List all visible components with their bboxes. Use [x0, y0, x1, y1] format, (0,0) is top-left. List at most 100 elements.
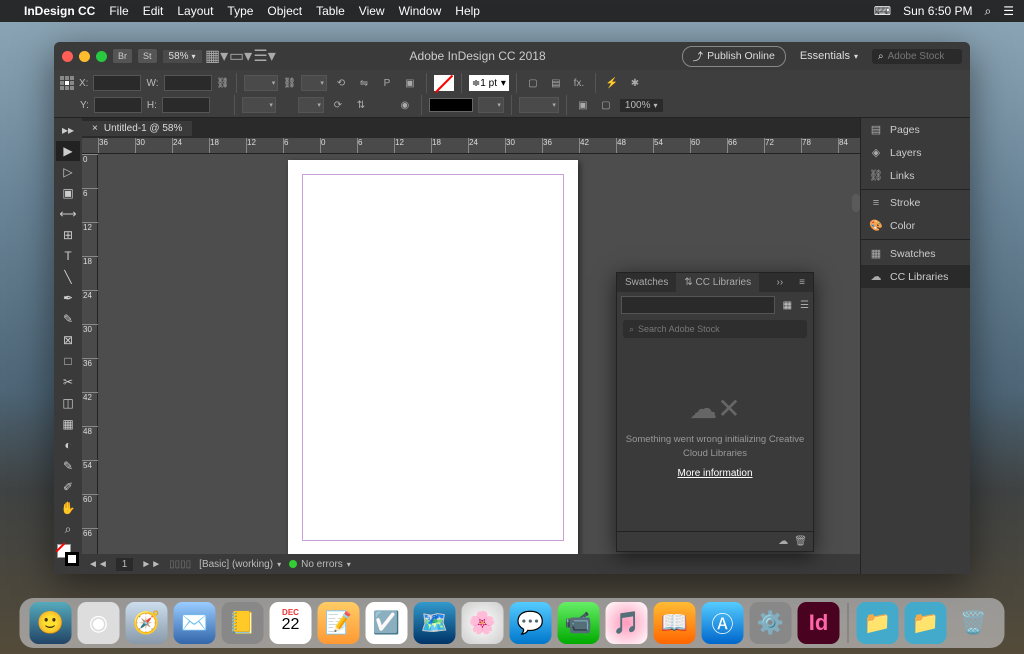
publish-online-button[interactable]: ⤴Publish Online: [682, 46, 786, 67]
bridge-button[interactable]: Br: [113, 49, 132, 63]
p-icon[interactable]: P: [378, 74, 396, 92]
gear-icon[interactable]: ✱: [626, 74, 644, 92]
zoom-tool[interactable]: ⌕: [56, 519, 80, 539]
page-nav-next[interactable]: ►►: [141, 559, 161, 570]
text-wrap-icon[interactable]: ▤: [547, 74, 565, 92]
rectangle-frame-tool[interactable]: ⊠: [56, 330, 80, 350]
fit-content-icon[interactable]: ▢: [597, 96, 615, 114]
page-thumbs[interactable]: ▯▯▯▯: [169, 559, 191, 570]
fill-stroke-proxy[interactable]: [57, 544, 79, 566]
messages-icon[interactable]: 💬: [510, 602, 552, 644]
panel-cc-libraries[interactable]: ☁CC Libraries: [861, 265, 970, 288]
preflight-status[interactable]: No errors: [289, 559, 351, 570]
w-input[interactable]: [164, 75, 212, 91]
scale-x-dropdown[interactable]: [244, 75, 278, 91]
fill-swatch[interactable]: [434, 75, 454, 91]
finder-icon[interactable]: 🙂: [30, 602, 72, 644]
document-page[interactable]: [288, 160, 578, 554]
page-nav-prev[interactable]: ◄◄: [88, 559, 108, 570]
h-input[interactable]: [162, 97, 210, 113]
panel-layers[interactable]: ◈Layers: [861, 141, 970, 164]
bolt-icon[interactable]: ⚡: [603, 74, 621, 92]
panel-links[interactable]: ⛓Links: [861, 164, 970, 187]
stock-button[interactable]: St: [138, 49, 157, 63]
free-transform-tool[interactable]: ◫: [56, 393, 80, 413]
facetime-icon[interactable]: 📹: [558, 602, 600, 644]
view-options-icon[interactable]: ☰▾: [256, 47, 274, 65]
panel-swatches[interactable]: ▦Swatches: [861, 242, 970, 265]
eyedropper-tool[interactable]: ✐: [56, 477, 80, 497]
direct-selection-tool[interactable]: ▷: [56, 162, 80, 182]
type-tool[interactable]: T: [56, 246, 80, 266]
constrain-icon[interactable]: ⛓: [217, 78, 230, 89]
stroke-style-dropdown[interactable]: [519, 97, 559, 113]
collapse-icon[interactable]: ››: [768, 273, 791, 292]
rotate-dropdown[interactable]: [301, 75, 327, 91]
stroke-swatch[interactable]: [429, 98, 473, 112]
page-number-field[interactable]: 1: [116, 558, 134, 571]
rotate-cw-icon[interactable]: ⟳: [329, 96, 347, 114]
contacts-icon[interactable]: 📒: [222, 602, 264, 644]
menu-file[interactable]: File: [109, 4, 128, 18]
list-view-icon[interactable]: ☰: [796, 298, 813, 313]
pen-tool[interactable]: ✒: [56, 288, 80, 308]
calendar-icon[interactable]: DEC22: [270, 602, 312, 644]
panel-stroke[interactable]: ≡Stroke: [861, 192, 970, 214]
content-collector-tool[interactable]: ⊞: [56, 225, 80, 245]
flip-h-icon[interactable]: ⇋: [355, 74, 373, 92]
menu-edit[interactable]: Edit: [143, 4, 164, 18]
menu-object[interactable]: Object: [267, 4, 302, 18]
scissors-tool[interactable]: ✂: [56, 372, 80, 392]
spotlight-icon[interactable]: ⌕: [985, 4, 992, 19]
clock[interactable]: Sun 6:50 PM: [903, 4, 972, 18]
notes-icon[interactable]: 📝: [318, 602, 360, 644]
document-tab[interactable]: ×Untitled-1 @ 58%: [82, 121, 192, 136]
close-button[interactable]: [62, 51, 73, 62]
ibooks-icon[interactable]: 📖: [654, 602, 696, 644]
fit-frame-icon[interactable]: ▣: [574, 96, 592, 114]
stock-search[interactable]: ⌕Adobe Stock: [872, 49, 962, 64]
reference-point-icon[interactable]: [60, 76, 74, 90]
swatches-tab[interactable]: Swatches: [617, 273, 676, 292]
style-indicator[interactable]: [Basic] (working): [199, 559, 281, 570]
trash-icon[interactable]: 🗑️: [953, 602, 995, 644]
cloud-sync-icon[interactable]: ☁: [778, 536, 788, 547]
more-info-link[interactable]: More information: [677, 468, 752, 479]
gap-tool[interactable]: ⟷: [56, 204, 80, 224]
vertical-ruler[interactable]: 0612182430364248546066: [82, 154, 98, 554]
fullscreen-button[interactable]: [96, 51, 107, 62]
cc-libraries-tab[interactable]: ⇅ CC Libraries: [676, 273, 759, 292]
arrange-icon[interactable]: ▦▾: [208, 47, 226, 65]
library-dropdown[interactable]: [621, 296, 775, 314]
x-input[interactable]: [93, 75, 141, 91]
workspace-switcher[interactable]: Essentials: [792, 48, 866, 64]
line-tool[interactable]: ╲: [56, 267, 80, 287]
fx-icon[interactable]: fx.: [570, 74, 588, 92]
grid-view-icon[interactable]: ▦: [779, 298, 796, 313]
menu-layout[interactable]: Layout: [177, 4, 213, 18]
gradient-feather-tool[interactable]: ◐: [56, 435, 80, 455]
appstore-icon[interactable]: Ⓐ: [702, 602, 744, 644]
expand-toolbox-icon[interactable]: ▸▸: [56, 120, 80, 140]
horizontal-ruler[interactable]: 363024181260612182430364248546066727884: [82, 138, 860, 154]
scrollbar-thumb[interactable]: [852, 194, 860, 212]
scale-y-dropdown[interactable]: [242, 97, 276, 113]
safari-icon[interactable]: 🧭: [126, 602, 168, 644]
maps-icon[interactable]: 🗺️: [414, 602, 456, 644]
minimize-button[interactable]: [79, 51, 90, 62]
stroke-weight-input[interactable]: ≑1 pt▾: [469, 75, 509, 91]
screen-mode-icon[interactable]: ▭▾: [232, 47, 250, 65]
fit-percent[interactable]: 100%: [620, 99, 663, 112]
mail-icon[interactable]: ✉️: [174, 602, 216, 644]
panel-menu-icon[interactable]: ≡: [791, 273, 813, 292]
rectangle-tool[interactable]: □: [56, 351, 80, 371]
note-tool[interactable]: ✎: [56, 456, 80, 476]
trash-icon[interactable]: 🗑: [794, 536, 807, 547]
y-input[interactable]: [94, 97, 142, 113]
preferences-icon[interactable]: ⚙️: [750, 602, 792, 644]
link-scale-icon[interactable]: ⛓: [283, 78, 296, 89]
folder-apps-icon[interactable]: 📁: [857, 602, 899, 644]
indesign-icon[interactable]: Id: [798, 602, 840, 644]
keyboard-icon[interactable]: ⌨︎: [874, 4, 891, 18]
pencil-tool[interactable]: ✎: [56, 309, 80, 329]
